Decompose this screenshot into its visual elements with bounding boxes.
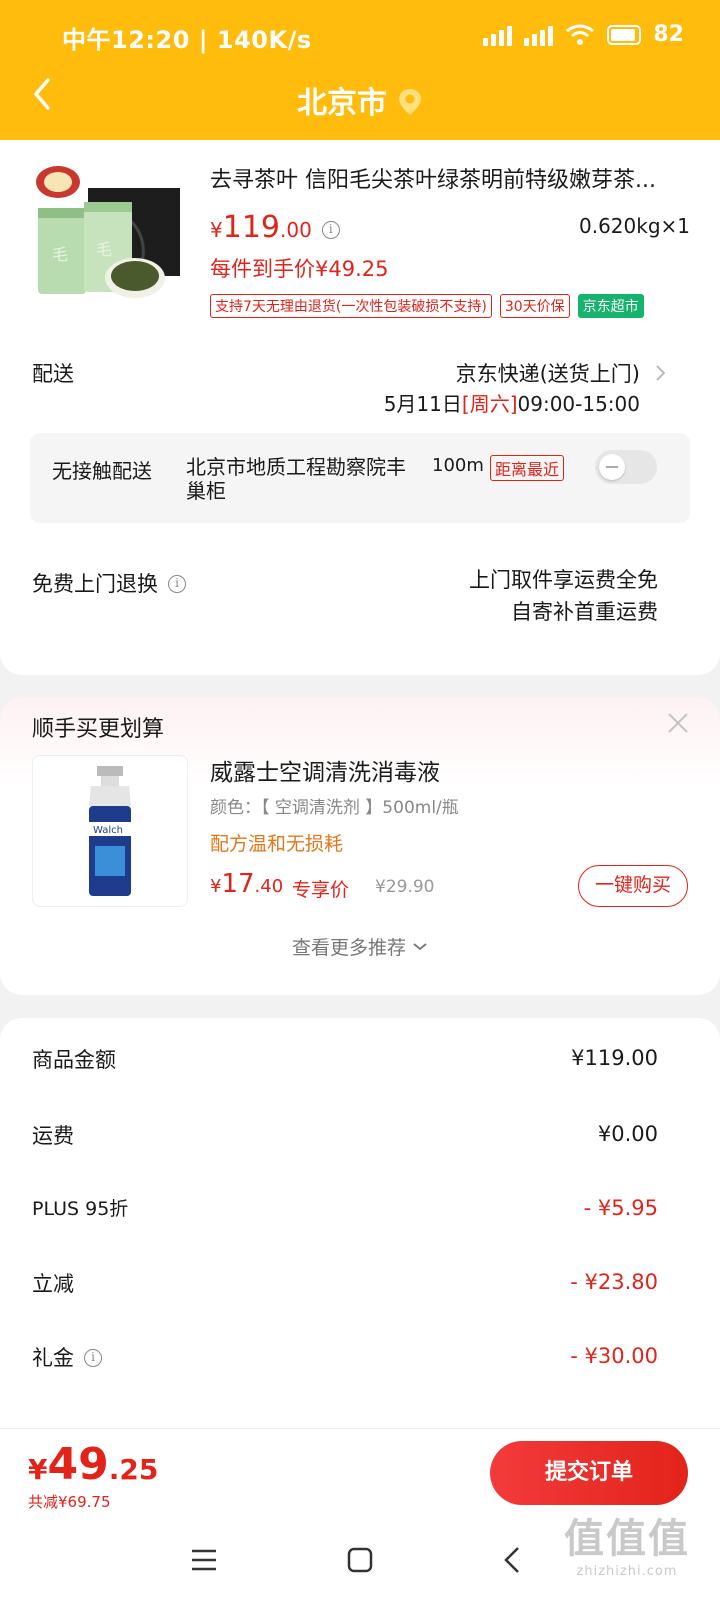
free-return-label: 免费上门退换 i (32, 568, 186, 598)
amount-summary-card: 商品金额 ¥119.00 运费 ¥0.00 PLUS 95折 - ¥5.95 立… (0, 1018, 720, 1438)
menu-icon[interactable] (186, 1542, 222, 1578)
return-policy-tag: 支持7天无理由退货(一次性包装破损不支持) (210, 294, 492, 318)
product-title[interactable]: 去寻茶叶 信阳毛尖茶叶绿茶明前特级嫩芽茶... (210, 162, 690, 194)
return-info-line2: 自寄补首重运费 (511, 600, 658, 624)
checkout-bar: ¥49.25 共减¥69.75 提交订单 (0, 1428, 720, 1516)
info-icon[interactable]: i (84, 1349, 102, 1367)
amount-value-plus: - ¥5.95 (583, 1196, 658, 1220)
contactless-delivery-box: 无接触配送 北京市地质工程勘察院丰巢柜 100m 距离最近 (30, 433, 690, 523)
order-item-card: 毛 毛 去寻茶叶 信阳毛尖茶叶绿茶明前特级嫩芽茶... ¥119.00 i 0.6… (0, 140, 720, 675)
amount-value-gift: - ¥30.00 (570, 1344, 658, 1368)
one-click-buy-button[interactable]: 一键购买 (578, 865, 688, 907)
home-icon[interactable] (342, 1542, 378, 1578)
recommend-product-name[interactable]: 威露士空调清洗消毒液 (210, 753, 440, 787)
recommend-card: 顺手买更划算 Walch 威露士空调清洗消毒液 颜色：【 空调清洗剂 】500m… (0, 697, 720, 995)
battery-icon (607, 24, 642, 45)
locker-distance: 100m (432, 455, 484, 476)
recommend-product-feature: 配方温和无损耗 (210, 833, 344, 855)
service-tags: 支持7天无理由退货(一次性包装破损不支持) 30天价保 京东超市 (210, 294, 644, 318)
close-icon[interactable] (666, 711, 690, 735)
total-price: ¥49.25 (28, 1439, 159, 1490)
delivery-time: 5月11日[周六]09:00-15:00 (383, 392, 640, 416)
amount-label-plus: PLUS 95折 (32, 1198, 129, 1220)
delivery-method[interactable]: 京东快递(送货上门) (456, 358, 640, 388)
amount-label-goods: 商品金额 (32, 1048, 116, 1072)
amount-label-discount: 立减 (32, 1272, 74, 1296)
total-saved: 共减¥69.75 (28, 1493, 111, 1511)
page-title[interactable]: 北京市 (0, 78, 720, 125)
chevron-right-icon[interactable] (654, 362, 668, 384)
back-nav-icon[interactable] (496, 1542, 532, 1578)
product-image[interactable]: 毛 毛 (30, 160, 188, 312)
amount-value-discount: - ¥23.80 (570, 1270, 658, 1294)
watermark-logo: 值值值 zhizhizhi.com (564, 1516, 690, 1579)
signal-icon-2 (524, 24, 554, 46)
svg-text:毛: 毛 (96, 240, 112, 259)
price-protect-tag: 30天价保 (499, 294, 570, 318)
contactless-toggle[interactable] (595, 450, 657, 484)
chevron-down-icon (413, 943, 427, 951)
pickup-locker: 北京市地质工程勘察院丰巢柜 (186, 455, 406, 503)
final-price: 每件到手价¥49.25 (210, 257, 389, 281)
wifi-icon (566, 24, 595, 45)
signal-icon (483, 24, 513, 46)
status-bar: 中午12:20 | 140K/s 82 (0, 0, 720, 70)
location-pin-icon (397, 87, 423, 125)
header-bar: 中午12:20 | 140K/s 82 北京市 (0, 0, 720, 140)
recommend-title: 顺手买更划算 (32, 717, 165, 742)
amount-value-goods: ¥119.00 (571, 1046, 658, 1070)
info-icon[interactable]: i (168, 575, 186, 593)
return-info-line1: 上门取件享运费全免 (469, 568, 658, 592)
recommend-product-image[interactable]: Walch (32, 755, 188, 907)
info-icon[interactable]: i (321, 221, 340, 239)
svg-text:毛: 毛 (52, 245, 68, 264)
amount-value-shipping: ¥0.00 (597, 1122, 658, 1146)
submit-order-button[interactable]: 提交订单 (490, 1441, 688, 1505)
svg-text:Walch: Walch (93, 825, 123, 836)
exclusive-price-label: 专享价 (292, 879, 350, 901)
location-label: 北京市 (297, 86, 387, 121)
status-icons: 82 (483, 22, 684, 47)
battery-level: 82 (653, 22, 684, 47)
product-weight-quantity: 0.620kg×1 (578, 214, 690, 238)
status-time: 中午12:20 | 140K/s (62, 26, 312, 54)
recommend-product-spec: 颜色：【 空调清洗剂 】500ml/瓶 (210, 798, 459, 818)
recommend-price: ¥17.40 (210, 869, 284, 899)
more-recommend-link[interactable]: 查看更多推荐 (0, 933, 720, 960)
jd-supermarket-tag: 京东超市 (577, 294, 644, 318)
nearest-badge: 距离最近 (490, 455, 565, 481)
product-price: ¥119.00 i (210, 210, 340, 245)
delivery-label: 配送 (32, 362, 74, 386)
original-price: ¥29.90 (375, 877, 435, 897)
amount-label-gift: 礼金 i (32, 1342, 102, 1372)
amount-label-shipping: 运费 (32, 1124, 74, 1148)
contactless-label: 无接触配送 (52, 459, 152, 483)
